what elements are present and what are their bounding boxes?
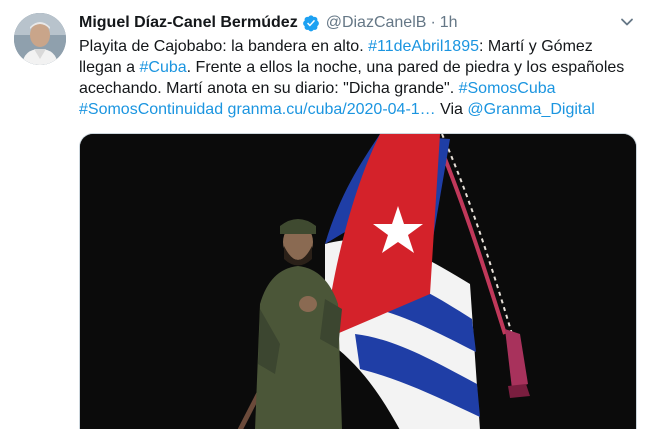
chevron-down-icon[interactable]	[619, 14, 635, 30]
hashtag-link[interactable]: #11deAbril1895	[368, 38, 479, 55]
author-name[interactable]: Miguel Díaz-Canel Bermúdez	[79, 14, 298, 32]
photo-image	[80, 134, 636, 429]
tweet-card[interactable]: Miguel Díaz-Canel Bermúdez @DiazCanelB ·…	[0, 0, 655, 429]
timestamp[interactable]: 1h	[440, 14, 458, 32]
mention-link[interactable]: @Granma_Digital	[467, 101, 594, 118]
text-segment: Playita de Cajobabo: la bandera en alto.	[79, 38, 369, 55]
avatar-photo	[14, 13, 66, 65]
verified-badge-icon	[302, 14, 320, 32]
hashtag-link[interactable]: #SomosCuba	[459, 80, 556, 97]
tweet-header: Miguel Díaz-Canel Bermúdez @DiazCanelB ·…	[79, 12, 615, 34]
separator-dot: ·	[430, 14, 436, 31]
tweet-text: Playita de Cajobabo: la bandera en alto.…	[79, 36, 639, 120]
hashtag-link[interactable]: #Cuba	[140, 59, 187, 76]
author-handle[interactable]: @DiazCanelB	[326, 14, 427, 32]
hashtag-link[interactable]: #SomosContinuidad	[79, 101, 223, 118]
tweet-media-photo[interactable]	[79, 133, 637, 429]
text-segment: Via	[435, 101, 468, 118]
avatar[interactable]	[14, 13, 66, 65]
url-link[interactable]: granma.cu/cuba/2020-04-1…	[228, 101, 436, 118]
